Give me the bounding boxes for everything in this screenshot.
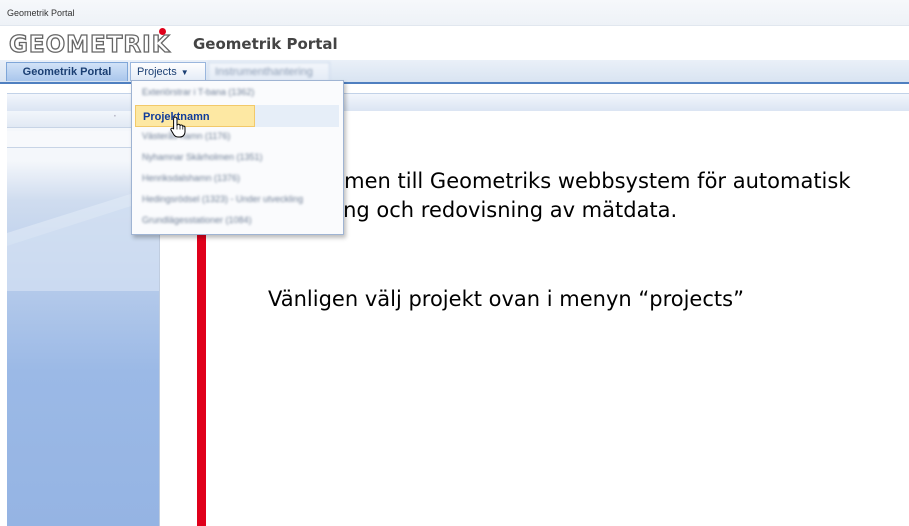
- window-title: Geometrik Portal: [7, 8, 75, 18]
- menu-item-highlight: [255, 105, 339, 127]
- tab-label: Geometrik Portal: [22, 66, 112, 78]
- logo-dot-icon: [159, 28, 166, 35]
- menu-item-project[interactable]: Grundlägesstationer (1084): [135, 211, 339, 230]
- menu-item-projektnamn[interactable]: Projektnamn: [135, 105, 255, 127]
- welcome-text: Välkommen till Geometriks webbsystem för…: [268, 169, 851, 222]
- tab-label: Projects: [137, 66, 177, 78]
- window-titlebar: Geometrik Portal: [0, 0, 909, 26]
- instruction-text: Vänligen välj projekt ovan i menyn “proj…: [268, 287, 744, 311]
- caret-down-icon: ▼: [180, 68, 189, 77]
- tab-instrumenthantering[interactable]: Instrumenthantering: [208, 62, 330, 81]
- tab-label: Instrumenthantering: [215, 66, 313, 78]
- menu-item-project[interactable]: Nyhamnar Skärholmen (1351): [135, 148, 339, 167]
- geometrik-logo: GEOMETRIK: [8, 31, 171, 58]
- hand-pointer-icon: [170, 116, 186, 138]
- tab-geometrik-portal[interactable]: Geometrik Portal: [6, 62, 128, 81]
- projects-dropdown-menu: Exteriörstrar i T-bana (1362) Projektnam…: [131, 80, 344, 235]
- accent-red-bar: [197, 225, 206, 526]
- tab-projects[interactable]: Projects ▼: [130, 62, 206, 81]
- app-title: Geometrik Portal: [193, 35, 338, 53]
- menu-item-project[interactable]: Hedingsrödsel (1323) - Under utveckling: [135, 190, 339, 209]
- menu-item-project[interactable]: Henriksdalshamn (1376): [135, 169, 339, 188]
- menu-item-project[interactable]: Västerås hamn (1176): [135, 127, 339, 146]
- menu-item-project[interactable]: Exteriörstrar i T-bana (1362): [135, 83, 339, 102]
